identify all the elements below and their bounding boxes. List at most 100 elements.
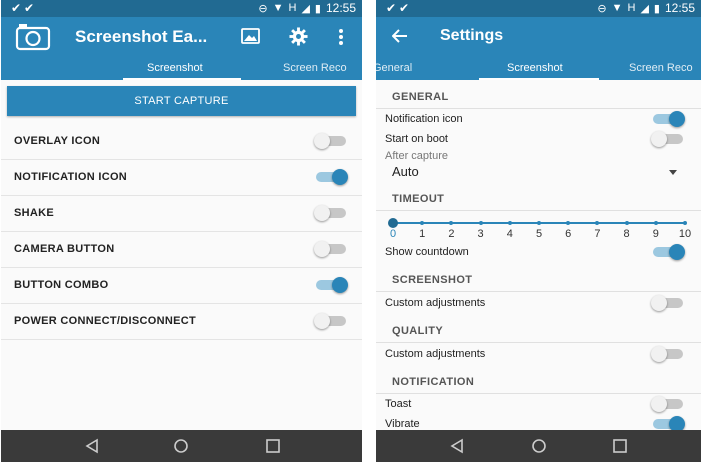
- setting-label: POWER CONNECT/DISCONNECT: [14, 315, 196, 327]
- slider-tick: [653, 221, 658, 225]
- section-quality-header: QUALITY: [376, 322, 701, 343]
- app-title: Screenshot Ea...: [75, 27, 208, 46]
- right-screen: ✔✔ ⊖ ▼ H ◢ ▮ 12:55 Settings General Scre…: [376, 0, 701, 462]
- camera-icon: [15, 24, 51, 51]
- tab-indicator: [123, 78, 241, 80]
- slider-tick-label: 7: [594, 228, 601, 240]
- setting-label: SHAKE: [14, 207, 55, 219]
- page-title: Settings: [440, 27, 504, 44]
- setting-toggle[interactable]: [314, 241, 348, 257]
- left-screen: ✔✔ ⊖ ▼ H ◢ ▮ 12:55 Screenshot Ea... Scre…: [1, 0, 362, 462]
- battery-icon: ▮: [314, 2, 321, 15]
- slider-tick-label: 10: [678, 228, 692, 240]
- slider-tick-label: 5: [535, 228, 543, 240]
- app-bar: Screenshot Ea...: [1, 17, 362, 57]
- clock: 12:55: [325, 1, 356, 15]
- network-type: H: [288, 2, 297, 14]
- wifi-icon: ▼: [272, 2, 284, 14]
- setting-toggle[interactable]: [314, 277, 348, 293]
- slider-tick: [507, 221, 512, 225]
- slider-tick-label: 1: [419, 228, 426, 240]
- home-icon[interactable]: [173, 438, 189, 454]
- start-capture-button[interactable]: START CAPTURE: [7, 86, 356, 116]
- tab-general[interactable]: General: [376, 62, 412, 74]
- slider-tick: [449, 221, 454, 225]
- slider-tick-label: 9: [652, 228, 659, 240]
- do-not-disturb-icon: ⊖: [258, 2, 268, 15]
- setting-label: OVERLAY ICON: [14, 135, 101, 147]
- wifi-icon: ▼: [611, 2, 623, 14]
- battery-icon: ▮: [653, 2, 660, 15]
- notification-check-icons: ✔✔: [386, 1, 413, 15]
- setting-row[interactable]: CAMERA BUTTON: [1, 231, 362, 268]
- setting-toggle[interactable]: [314, 313, 348, 329]
- toast-toggle[interactable]: [651, 396, 685, 412]
- slider-thumb[interactable]: [388, 218, 398, 228]
- setting-label: NOTIFICATION ICON: [14, 171, 128, 183]
- tab-screen-record[interactable]: Screen Reco: [283, 62, 347, 74]
- setting-toggle[interactable]: [314, 133, 348, 149]
- notification-check-icons: ✔✔: [11, 1, 38, 15]
- tab-bar: Screenshot Screen Reco: [1, 57, 362, 80]
- slider-tick-label: 0: [389, 228, 397, 240]
- setting-row[interactable]: SHAKE: [1, 195, 362, 232]
- section-timeout-header: TIMEOUT: [376, 190, 701, 211]
- status-bar: ✔✔ ⊖ ▼ H ◢ ▮ 12:55: [1, 0, 362, 17]
- show-countdown-toggle[interactable]: [651, 244, 685, 260]
- after-capture-label: After capture: [385, 150, 448, 162]
- home-icon[interactable]: [531, 438, 547, 454]
- setting-row[interactable]: OVERLAY ICON: [1, 123, 362, 160]
- setting-label: BUTTON COMBO: [14, 279, 109, 291]
- slider-tick-label: 2: [448, 228, 455, 240]
- setting-row[interactable]: NOTIFICATION ICON: [1, 159, 362, 196]
- recents-icon[interactable]: [265, 438, 281, 454]
- slider-tick: [420, 221, 425, 225]
- setting-row[interactable]: BUTTON COMBO: [1, 267, 362, 304]
- tab-indicator: [479, 78, 599, 80]
- section-screenshot-header: SCREENSHOT: [376, 271, 701, 292]
- slider-tick: [683, 221, 687, 225]
- back-arrow-icon[interactable]: [392, 29, 408, 43]
- nav-bar: [1, 430, 362, 462]
- after-capture-dropdown[interactable]: Auto: [392, 164, 419, 179]
- chevron-down-icon[interactable]: [669, 170, 677, 175]
- back-icon[interactable]: [85, 438, 99, 454]
- gallery-icon[interactable]: [241, 28, 260, 44]
- more-options-icon[interactable]: [338, 28, 344, 46]
- slider-tick-label: 4: [506, 228, 513, 240]
- slider-tick-label: 3: [477, 228, 484, 240]
- signal-icon: ◢: [640, 2, 649, 15]
- signal-icon: ◢: [301, 2, 310, 15]
- slider-tick: [624, 221, 629, 225]
- nav-bar: [376, 430, 701, 462]
- setting-row[interactable]: POWER CONNECT/DISCONNECT: [1, 303, 362, 340]
- start-on-boot-label: Start on boot: [385, 133, 448, 145]
- setting-toggle[interactable]: [314, 169, 348, 185]
- tab-screenshot[interactable]: Screenshot: [507, 62, 563, 74]
- gear-icon[interactable]: [289, 27, 308, 46]
- setting-label: CAMERA BUTTON: [14, 243, 115, 255]
- quality-custom-adjustments-label: Custom adjustments: [385, 348, 486, 360]
- tab-screen-record[interactable]: Screen Reco: [629, 62, 693, 74]
- status-bar: ✔✔ ⊖ ▼ H ◢ ▮ 12:55: [376, 0, 701, 17]
- slider-tick-label: 8: [623, 228, 630, 240]
- toast-label: Toast: [385, 398, 412, 410]
- network-type: H: [627, 2, 636, 14]
- screenshot-custom-adjustments-toggle[interactable]: [651, 295, 685, 311]
- slider-tick: [537, 221, 541, 225]
- tab-screenshot[interactable]: Screenshot: [147, 62, 203, 74]
- back-icon[interactable]: [450, 438, 464, 454]
- slider-tick-label: 6: [565, 228, 572, 240]
- vibrate-label: Vibrate: [385, 418, 420, 430]
- tab-bar: General Screenshot Screen Reco: [376, 57, 701, 80]
- start-on-boot-toggle[interactable]: [651, 131, 685, 147]
- quality-custom-adjustments-toggle[interactable]: [651, 346, 685, 362]
- slider-tick: [595, 221, 600, 225]
- notification-icon-label: Notification icon: [385, 113, 463, 125]
- setting-toggle[interactable]: [314, 205, 348, 221]
- slider-tick: [478, 221, 483, 225]
- notification-icon-toggle[interactable]: [651, 111, 685, 127]
- show-countdown-label: Show countdown: [385, 246, 469, 258]
- recents-icon[interactable]: [612, 438, 628, 454]
- screenshot-custom-adjustments-label: Custom adjustments: [385, 297, 486, 309]
